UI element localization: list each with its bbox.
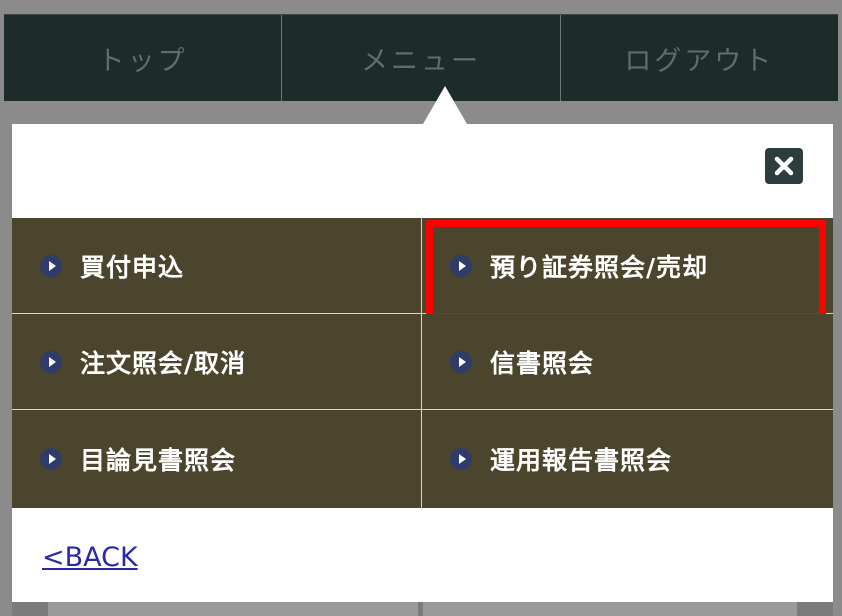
- arrow-bullet-icon: [450, 350, 472, 373]
- arrow-bullet-icon: [40, 350, 62, 373]
- menu-item-purchase-application[interactable]: 買付申込: [12, 218, 422, 314]
- menu-item-holdings-inquiry-sale[interactable]: 預り証券照会/売却: [422, 218, 833, 320]
- menu-item-prospectus-inquiry[interactable]: 目論見書照会: [12, 410, 422, 508]
- tab-logout[interactable]: ログアウト: [561, 15, 838, 101]
- arrow-bullet-icon: [40, 448, 62, 470]
- back-link[interactable]: <BACK: [42, 542, 138, 573]
- app-frame: トップ メニュー ログアウト 買付申込 預り証券照会/売却 注文照会/取消 信書…: [0, 0, 842, 616]
- menu-panel-header: [12, 124, 833, 218]
- menu-panel: 買付申込 預り証券照会/売却 注文照会/取消 信書照会 目論見書照会 運用報告書…: [12, 124, 833, 602]
- tab-top[interactable]: トップ: [4, 15, 283, 101]
- menu-grid: 買付申込 預り証券照会/売却 注文照会/取消 信書照会 目論見書照会 運用報告書…: [12, 218, 833, 508]
- menu-item-label: 買付申込: [80, 252, 185, 282]
- arrow-bullet-icon: [450, 448, 472, 470]
- menu-pointer-caret: [423, 86, 467, 124]
- menu-item-label: 目論見書照会: [80, 446, 237, 475]
- menu-item-label: 注文照会/取消: [80, 348, 247, 378]
- menu-item-order-inquiry-cancel[interactable]: 注文照会/取消: [12, 314, 422, 410]
- tab-menu[interactable]: メニュー: [282, 15, 561, 101]
- back-area: <BACK: [12, 508, 833, 602]
- close-icon: [774, 156, 794, 176]
- menu-item-correspondence-inquiry[interactable]: 信書照会: [422, 314, 833, 410]
- menu-item-management-report-inquiry[interactable]: 運用報告書照会: [422, 410, 833, 508]
- menu-item-label: 信書照会: [490, 348, 595, 378]
- menu-item-label: 運用報告書照会: [490, 446, 673, 475]
- menu-item-label: 預り証券照会/売却: [490, 252, 709, 282]
- background-segment: [48, 602, 418, 616]
- arrow-bullet-icon: [450, 254, 472, 277]
- close-button[interactable]: [765, 148, 803, 184]
- background-content-strip: [12, 602, 833, 616]
- arrow-bullet-icon: [40, 254, 62, 277]
- top-navigation: トップ メニュー ログアウト: [4, 14, 838, 101]
- background-segment: [423, 602, 797, 616]
